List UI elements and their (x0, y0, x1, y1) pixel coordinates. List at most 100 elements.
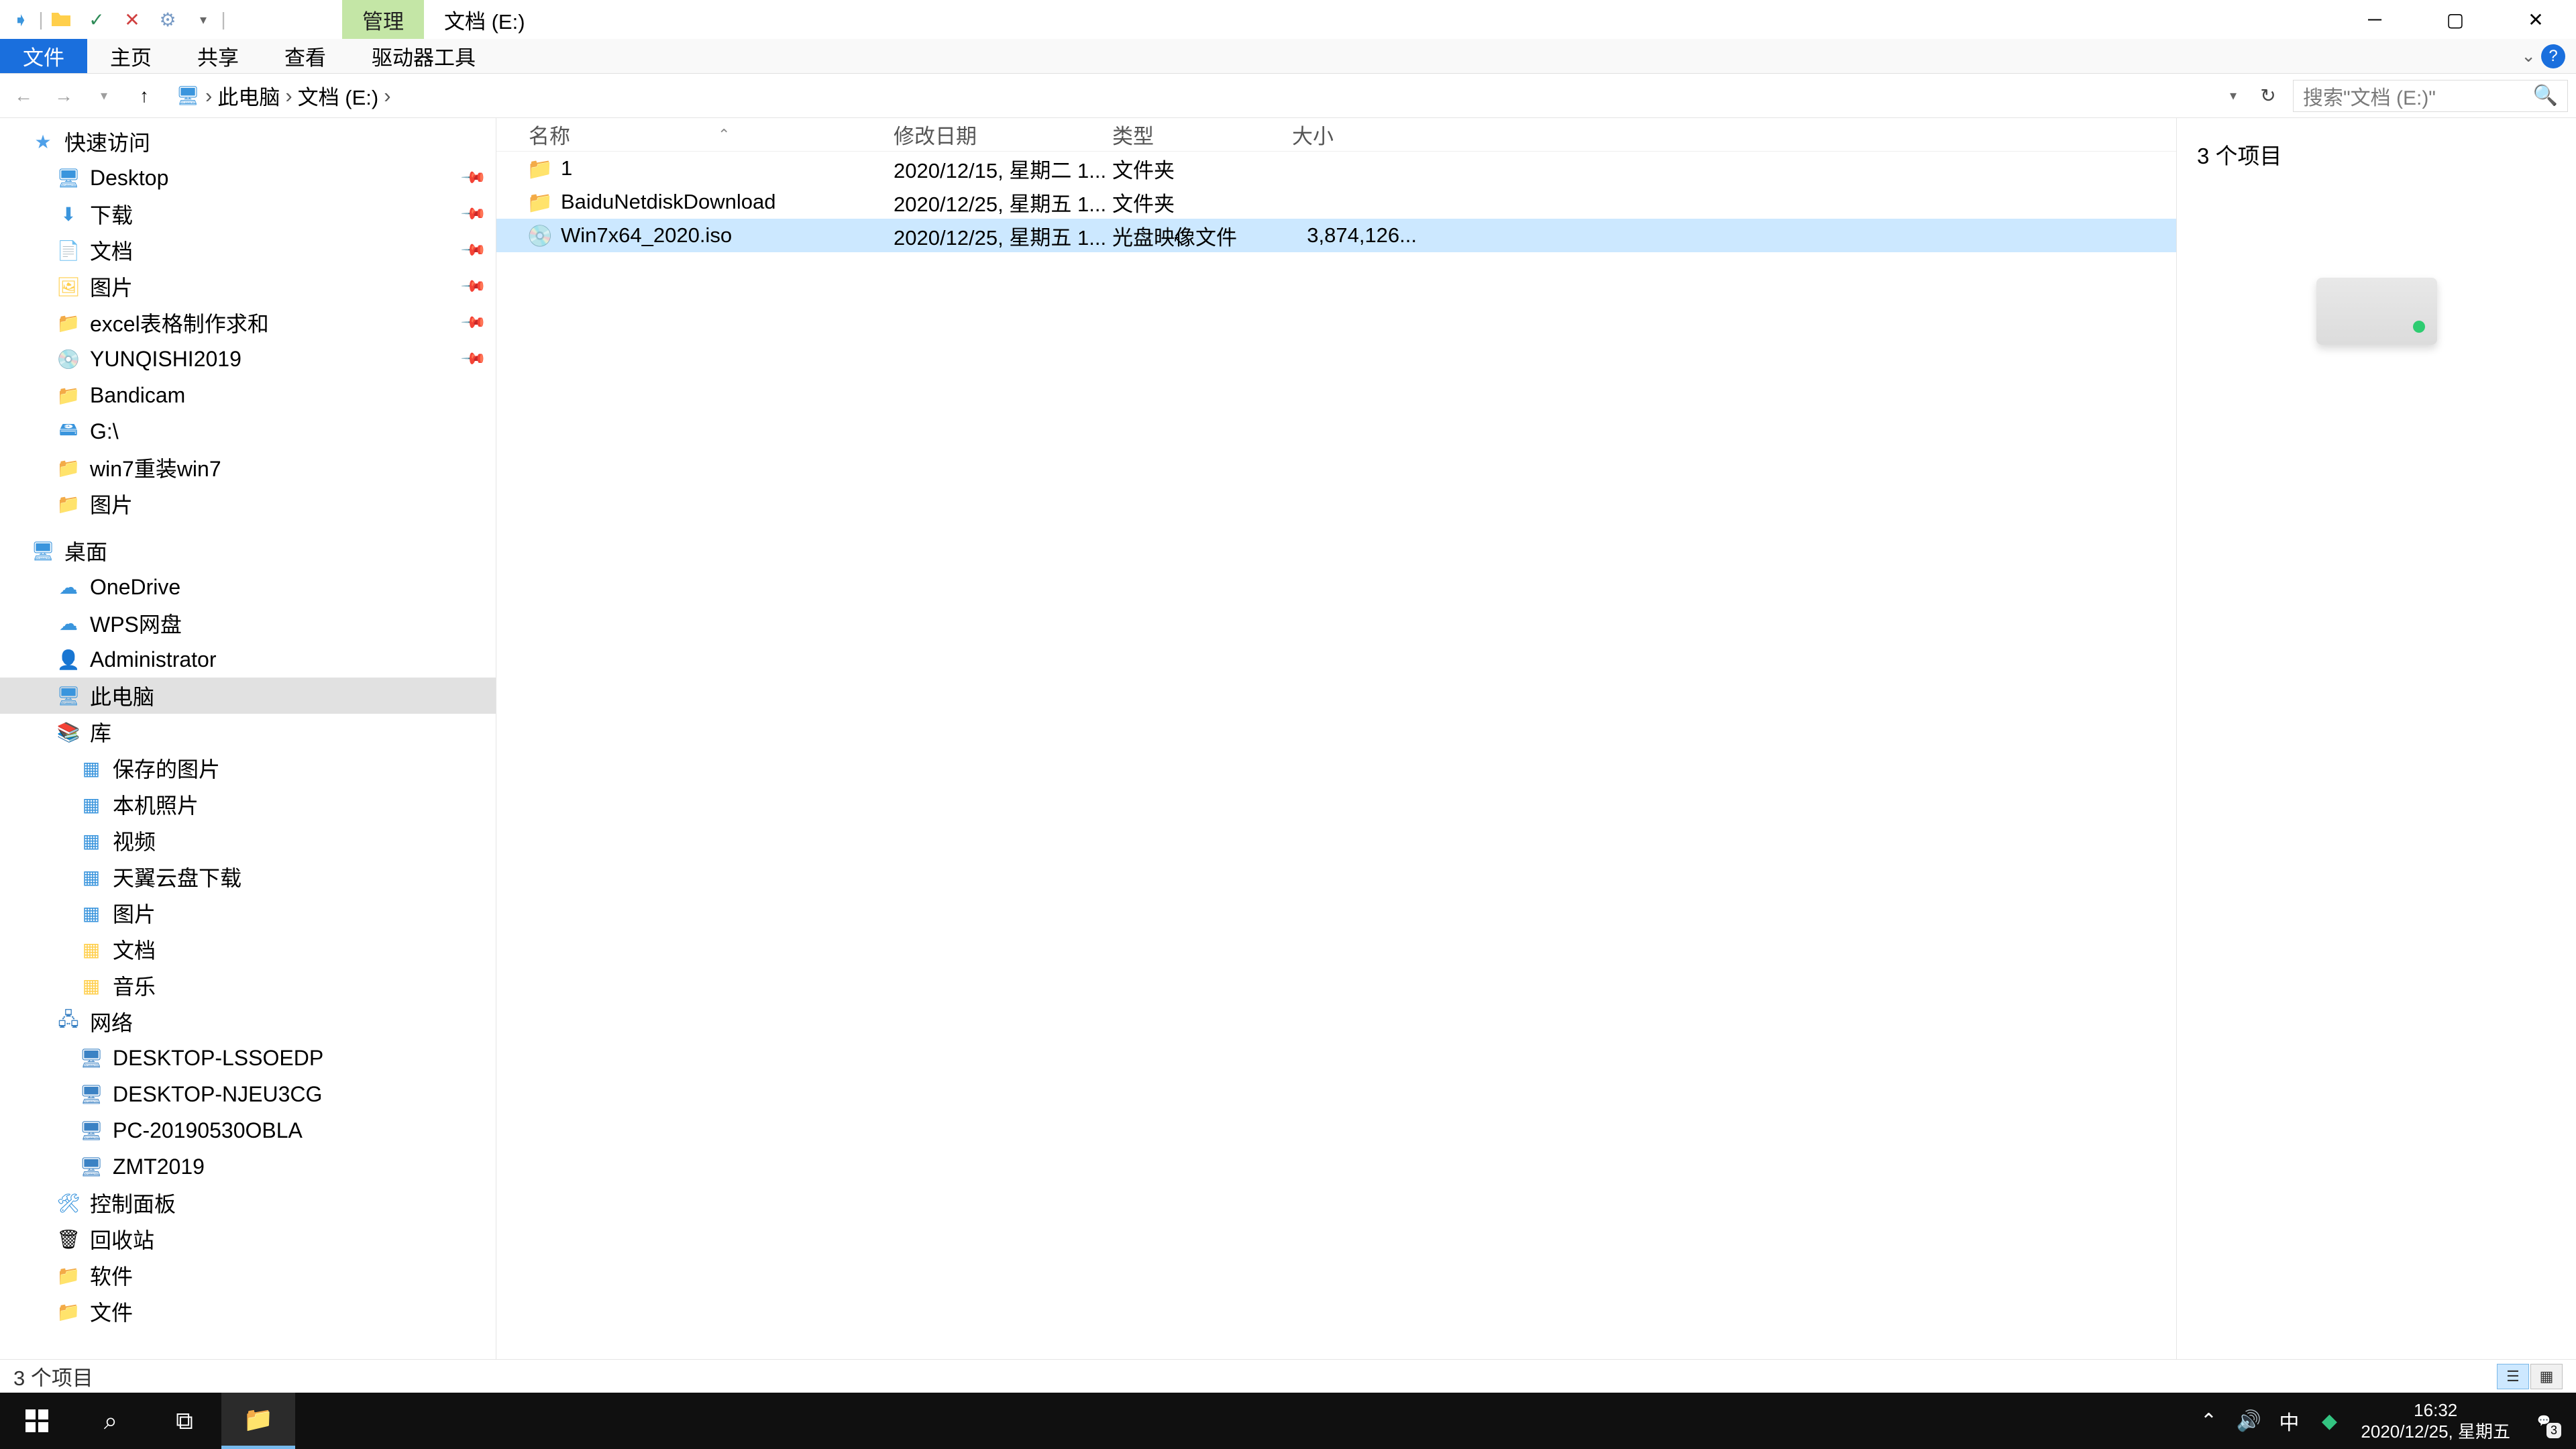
tree-item[interactable]: 📁图片 (0, 486, 496, 522)
doc-icon: 📄 (56, 238, 80, 262)
help-icon[interactable]: ? (2541, 44, 2565, 68)
volume-icon[interactable]: 🔊 (2231, 1403, 2267, 1439)
tree-files[interactable]: 📁 文件 (0, 1293, 496, 1330)
tree-label: ZMT2019 (113, 1155, 205, 1179)
lib-item-icon: ▦ (79, 756, 103, 780)
ribbon-tab-share[interactable]: 共享 (174, 39, 262, 73)
breadcrumb[interactable]: 🖥 › 此电脑 › 文档 (E:) › (169, 80, 2208, 111)
tree-network[interactable]: 🖧 网络 (0, 1004, 496, 1040)
breadcrumb-item[interactable]: 此电脑 (217, 80, 280, 111)
tree-item[interactable]: 🖥DESKTOP-NJEU3CG (0, 1076, 496, 1112)
start-button[interactable] (0, 1393, 74, 1449)
tree-control-panel[interactable]: 🛠 控制面板 (0, 1185, 496, 1221)
refresh-icon[interactable]: ↻ (2253, 80, 2284, 111)
nav-recent-dropdown[interactable]: ▾ (89, 80, 119, 111)
folder-icon: 📁 (56, 1299, 80, 1324)
ime-indicator[interactable]: 中 (2271, 1403, 2307, 1439)
col-header-name[interactable]: 名称 ⌃ (496, 119, 891, 150)
folder-icon: 📁 (56, 311, 80, 335)
tree-item[interactable]: ▦图片 (0, 895, 496, 931)
ribbon-tab-view[interactable]: 查看 (262, 39, 349, 73)
tree-item[interactable]: ☁WPS网盘 (0, 605, 496, 641)
file-type: 光盘映像文件 (1110, 221, 1289, 251)
qat-close-icon[interactable]: ✕ (115, 5, 149, 34)
tree-item[interactable]: ▦保存的图片 (0, 750, 496, 786)
address-dropdown-icon[interactable]: ▾ (2218, 80, 2249, 111)
tree-quick-access[interactable]: ★ 快速访问 (0, 123, 496, 160)
nav-tree[interactable]: ★ 快速访问 🖥Desktop📌⬇下载📌📄文档📌🖼图片📌 📁 excel表格制作求和… (0, 118, 496, 1359)
tree-item[interactable]: 📄文档📌 (0, 232, 496, 268)
tree-label: Bandicam (90, 383, 185, 408)
tree-item[interactable]: ⬇下载📌 (0, 196, 496, 232)
qat-gear-icon[interactable]: ⚙ (151, 5, 184, 34)
taskbar-file-explorer[interactable]: 📁 (221, 1393, 295, 1449)
preview-count: 3 个项目 (2197, 138, 2556, 170)
tree-desktop[interactable]: 🖥 桌面 (0, 533, 496, 569)
tree-item[interactable]: ▦本机照片 (0, 786, 496, 822)
qat-dropdown-icon[interactable]: ▾ (186, 5, 220, 34)
ribbon-tab-drive-tools[interactable]: 驱动器工具 (349, 39, 498, 73)
tree-label: 软件 (90, 1260, 133, 1291)
security-icon[interactable]: ◆ (2311, 1403, 2347, 1439)
nav-back-button[interactable]: ← (8, 80, 39, 111)
nav-up-button[interactable]: ↑ (129, 80, 160, 111)
col-header-type[interactable]: 类型 (1110, 119, 1289, 150)
view-details-button[interactable]: ☰ (2497, 1364, 2529, 1389)
tray-overflow-icon[interactable]: ⌃ (2190, 1403, 2226, 1439)
tree-item[interactable]: ▦视频 (0, 822, 496, 859)
tree-item[interactable]: 📁excel表格制作求和📌 (0, 305, 496, 341)
taskbar-clock[interactable]: 16:32 2020/12/25, 星期五 (2351, 1399, 2520, 1443)
tree-item[interactable]: ▦文档 (0, 931, 496, 967)
tree-item[interactable]: 📁 Bandicam (0, 377, 496, 413)
tree-item[interactable]: 📁win7重装win7 (0, 449, 496, 486)
nav-forward-button[interactable]: → (48, 80, 79, 111)
tree-recycle-bin[interactable]: 🗑 回收站 (0, 1221, 496, 1257)
tree-item[interactable]: 🖥ZMT2019 (0, 1148, 496, 1185)
tree-software[interactable]: 📁 软件 (0, 1257, 496, 1293)
tree-item[interactable]: ▦天翼云盘下载 (0, 859, 496, 895)
tree-item[interactable]: 🖴G:\ (0, 413, 496, 449)
search-input[interactable]: 搜索"文档 (E:)" 🔍 (2293, 80, 2568, 112)
tree-item[interactable]: 🖥PC-20190530OBLA (0, 1112, 496, 1148)
file-type: 文件夹 (1110, 154, 1289, 184)
file-row[interactable]: 💿Win7x64_2020.iso 2020/12/25, 星期五 1... 光… (496, 219, 2176, 252)
tree-label: 本机照片 (113, 789, 199, 820)
taskbar: ⌕ ⧉ 📁 ⌃ 🔊 中 ◆ 16:32 2020/12/25, 星期五 💬3 (0, 1393, 2576, 1449)
tree-label: excel表格制作求和 (90, 307, 269, 338)
action-center-icon[interactable]: 💬3 (2524, 1401, 2564, 1441)
tree-item[interactable]: ▦音乐 (0, 967, 496, 1004)
file-name: BaiduNetdiskDownload (561, 190, 776, 214)
file-row[interactable]: 📁1 2020/12/15, 星期二 1... 文件夹 (496, 152, 2176, 185)
cloud-icon: ☁ (56, 575, 80, 599)
col-header-date[interactable]: 修改日期 (891, 119, 1110, 150)
context-tab-manage[interactable]: 管理 (342, 0, 424, 39)
breadcrumb-item[interactable]: 文档 (E:) (298, 80, 379, 111)
maximize-button[interactable]: ▢ (2415, 0, 2496, 39)
qat-check-icon[interactable]: ✓ (80, 5, 113, 34)
tree-item[interactable]: 🖥DESKTOP-LSSOEDP (0, 1040, 496, 1076)
ribbon-expand-icon[interactable]: ⌄ (2521, 46, 2536, 66)
ribbon-tab-home[interactable]: 主页 (87, 39, 174, 73)
tree-item[interactable]: 👤Administrator (0, 641, 496, 678)
col-header-size[interactable]: 大小 (1289, 119, 1437, 150)
task-view-button[interactable]: ⧉ (148, 1393, 221, 1449)
tree-item[interactable]: 📚库 (0, 714, 496, 750)
tree-item[interactable]: 🖥Desktop📌 (0, 160, 496, 196)
tree-item[interactable]: 🖥此电脑 (0, 678, 496, 714)
search-button[interactable]: ⌕ (74, 1393, 148, 1449)
tree-item[interactable]: 💿YUNQISHI2019📌 (0, 341, 496, 377)
file-row[interactable]: 📁BaiduNetdiskDownload 2020/12/25, 星期五 1.… (496, 185, 2176, 219)
tree-label: 音乐 (113, 970, 156, 1001)
tree-item[interactable]: 🖼图片📌 (0, 268, 496, 305)
qat-open-folder-icon[interactable] (44, 5, 78, 34)
folder-icon: 📁 (56, 383, 80, 407)
close-window-button[interactable]: ✕ (2496, 0, 2576, 39)
ribbon-tab-file[interactable]: 文件 (0, 39, 87, 73)
pin-icon: 📌 (460, 345, 488, 373)
drive-icon: 🖴 (56, 419, 80, 443)
qat-app-icon[interactable]: ➧ (4, 5, 38, 34)
minimize-button[interactable]: ─ (2334, 0, 2415, 39)
tree-item[interactable]: ☁OneDrive (0, 569, 496, 605)
search-icon[interactable]: 🔍 (2533, 84, 2558, 107)
view-large-icons-button[interactable]: ▦ (2530, 1364, 2563, 1389)
